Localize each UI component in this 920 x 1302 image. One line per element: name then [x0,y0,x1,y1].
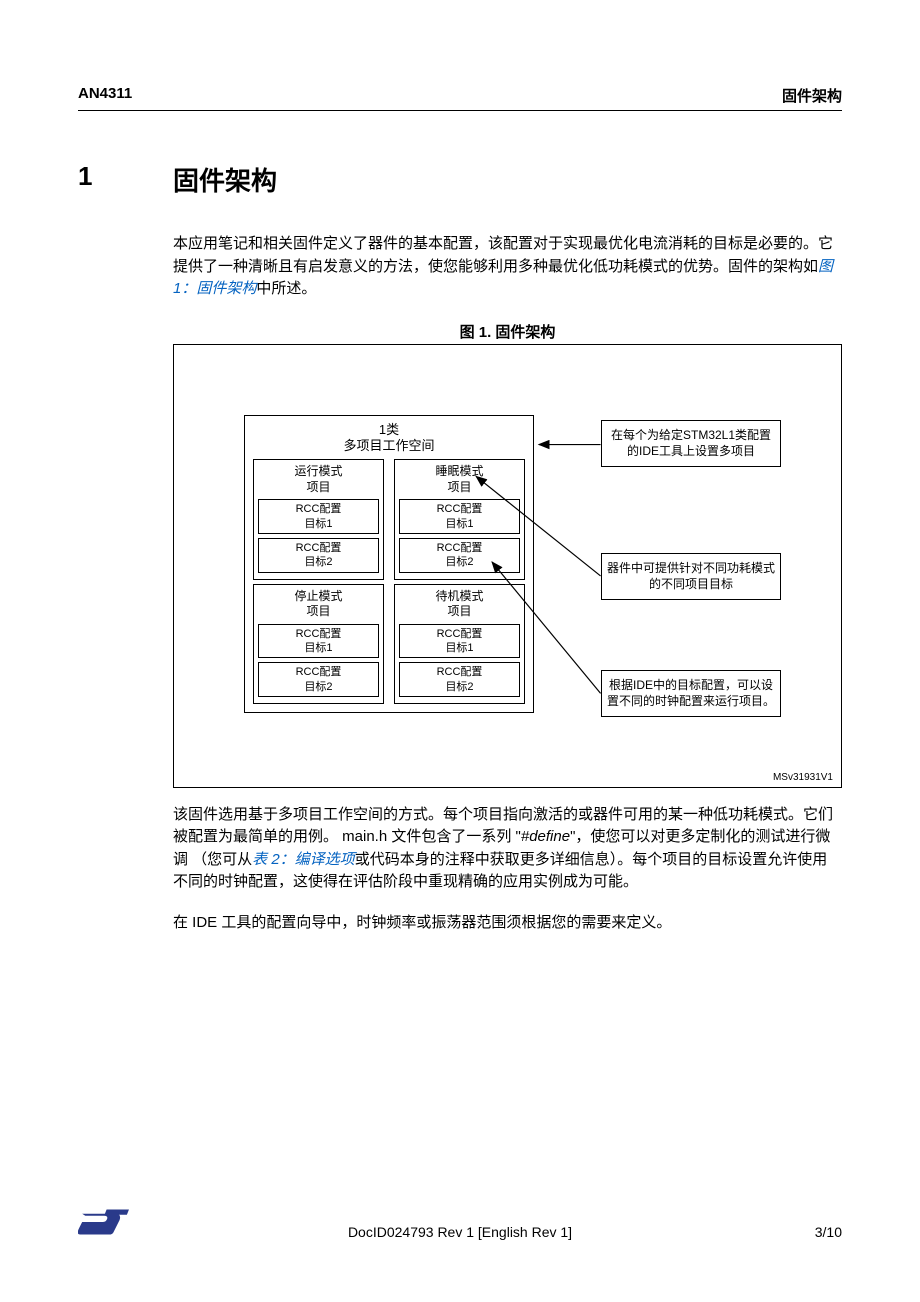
page-header: AN4311 固件架构 [78,85,842,111]
figure-caption: 图 1. 固件架构 [173,321,842,342]
rcc-target-1: RCC配置 目标1 [399,624,520,659]
intro-text-1: 本应用笔记和相关固件定义了器件的基本配置，该配置对于实现最优化电流消耗的目标是必… [173,235,833,275]
table-link[interactable]: 表 2：编译选项 [252,851,355,868]
workspace-box: 1类 多项目工作空间 运行模式 项目 RCC配置 目标1 RCC配置 目标2 睡… [244,415,534,714]
project-standby: 待机模式 项目 RCC配置 目标1 RCC配置 目标2 [394,584,525,704]
figure-1: 1类 多项目工作空间 运行模式 项目 RCC配置 目标1 RCC配置 目标2 睡… [173,344,842,788]
workspace-title: 1类 多项目工作空间 [253,422,525,456]
annotation-2: 器件中可提供针对不同功耗模式的不同项目目标 [601,553,781,601]
section-title: 固件架构 [173,161,277,198]
project-sleep-title: 睡眠模式 项目 [399,464,520,495]
project-stop-title: 停止模式 项目 [258,589,379,620]
footer-docid: DocID024793 Rev 1 [English Rev 1] [78,1224,842,1240]
rcc-target-2: RCC配置 目标2 [399,538,520,573]
project-sleep: 睡眠模式 项目 RCC配置 目标1 RCC配置 目标2 [394,459,525,579]
project-stop: 停止模式 项目 RCC配置 目标1 RCC配置 目标2 [253,584,384,704]
intro-paragraph: 本应用笔记和相关固件定义了器件的基本配置，该配置对于实现最优化电流消耗的目标是必… [173,233,842,301]
section-number: 1 [78,161,173,198]
after-paragraph-1: 该固件选用基于多项目工作空间的方式。每个项目指向激活的或器件可用的某一种低功耗模… [173,804,842,894]
rcc-target-2: RCC配置 目标2 [258,538,379,573]
rcc-target-2: RCC配置 目标2 [399,662,520,697]
figure-id: MSv31931V1 [773,772,833,783]
rcc-target-1: RCC配置 目标1 [258,499,379,534]
rcc-target-1: RCC配置 目标1 [258,624,379,659]
page-footer: DocID024793 Rev 1 [English Rev 1] 3/10 [78,1205,842,1240]
header-left: AN4311 [78,85,132,106]
section-heading: 1 固件架构 [78,161,842,198]
annotation-1: 在每个为给定STM32L1类配置的IDE工具上设置多项目 [601,420,781,468]
project-run-title: 运行模式 项目 [258,464,379,495]
annotation-3: 根据IDE中的目标配置，可以设置不同的时钟配置来运行项目。 [601,670,781,718]
project-run: 运行模式 项目 RCC配置 目标1 RCC配置 目标2 [253,459,384,579]
rcc-target-1: RCC配置 目标1 [399,499,520,534]
intro-text-2: 中所述。 [256,280,316,297]
rcc-target-2: RCC配置 目标2 [258,662,379,697]
after-paragraph-2: 在 IDE 工具的配置向导中，时钟频率或振荡器范围须根据您的需要来定义。 [173,912,842,935]
project-standby-title: 待机模式 项目 [399,589,520,620]
header-right: 固件架构 [782,85,842,106]
